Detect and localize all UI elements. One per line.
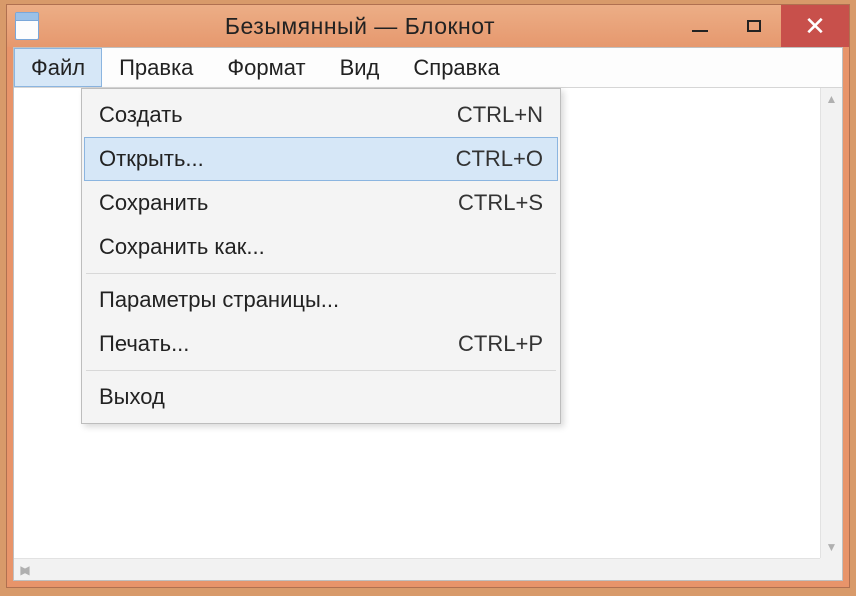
menu-item-save[interactable]: Сохранить CTRL+S	[84, 181, 558, 225]
close-button[interactable]: ✕	[781, 5, 849, 47]
menu-item-label: Сохранить	[99, 190, 458, 216]
scroll-right-icon[interactable]: ▶	[14, 559, 36, 580]
menu-item-label: Параметры страницы...	[99, 287, 543, 313]
menu-item-print[interactable]: Печать... CTRL+P	[84, 322, 558, 366]
menu-item-label: Открыть...	[99, 146, 456, 172]
menu-label: Формат	[227, 55, 305, 81]
menu-item-label: Создать	[99, 102, 457, 128]
horizontal-scrollbar[interactable]: ◀ ▶	[14, 558, 820, 580]
menu-item-shortcut: CTRL+S	[458, 190, 543, 216]
scrollbar-corner	[820, 558, 842, 580]
minimize-button[interactable]	[673, 5, 727, 47]
menu-item-open[interactable]: Открыть... CTRL+O	[84, 137, 558, 181]
menu-item-shortcut: CTRL+P	[458, 331, 543, 357]
menu-separator	[86, 273, 556, 274]
menu-item-page-setup[interactable]: Параметры страницы...	[84, 278, 558, 322]
menu-label: Вид	[340, 55, 380, 81]
notepad-icon	[15, 12, 39, 40]
menu-format[interactable]: Формат	[210, 48, 322, 87]
menu-item-new[interactable]: Создать CTRL+N	[84, 93, 558, 137]
menu-separator	[86, 370, 556, 371]
titlebar[interactable]: Безымянный — Блокнот ✕	[7, 5, 849, 47]
menu-item-exit[interactable]: Выход	[84, 375, 558, 419]
vertical-scrollbar[interactable]: ▲ ▼	[820, 88, 842, 558]
menu-item-label: Сохранить как...	[99, 234, 543, 260]
menu-label: Справка	[413, 55, 499, 81]
menu-label: Файл	[31, 55, 85, 81]
scroll-up-icon[interactable]: ▲	[821, 88, 842, 110]
client-area: Файл Правка Формат Вид Справка ▲ ▼ ◀ ▶ С…	[13, 47, 843, 581]
menu-item-save-as[interactable]: Сохранить как...	[84, 225, 558, 269]
notepad-window: Безымянный — Блокнот ✕ Файл Правка Форма…	[6, 4, 850, 588]
menu-help[interactable]: Справка	[396, 48, 516, 87]
menu-edit[interactable]: Правка	[102, 48, 210, 87]
menu-item-label: Печать...	[99, 331, 458, 357]
menubar: Файл Правка Формат Вид Справка	[14, 48, 842, 88]
menu-item-shortcut: CTRL+N	[457, 102, 543, 128]
menu-view[interactable]: Вид	[323, 48, 397, 87]
menu-item-label: Выход	[99, 384, 543, 410]
menu-file[interactable]: Файл	[14, 48, 102, 87]
window-title: Безымянный — Блокнот	[47, 13, 673, 40]
maximize-button[interactable]	[727, 5, 781, 47]
window-controls: ✕	[673, 5, 849, 47]
file-menu-dropdown: Создать CTRL+N Открыть... CTRL+O Сохрани…	[81, 88, 561, 424]
menu-label: Правка	[119, 55, 193, 81]
scroll-down-icon[interactable]: ▼	[821, 536, 842, 558]
app-icon-slot	[7, 12, 47, 40]
menu-item-shortcut: CTRL+O	[456, 146, 543, 172]
